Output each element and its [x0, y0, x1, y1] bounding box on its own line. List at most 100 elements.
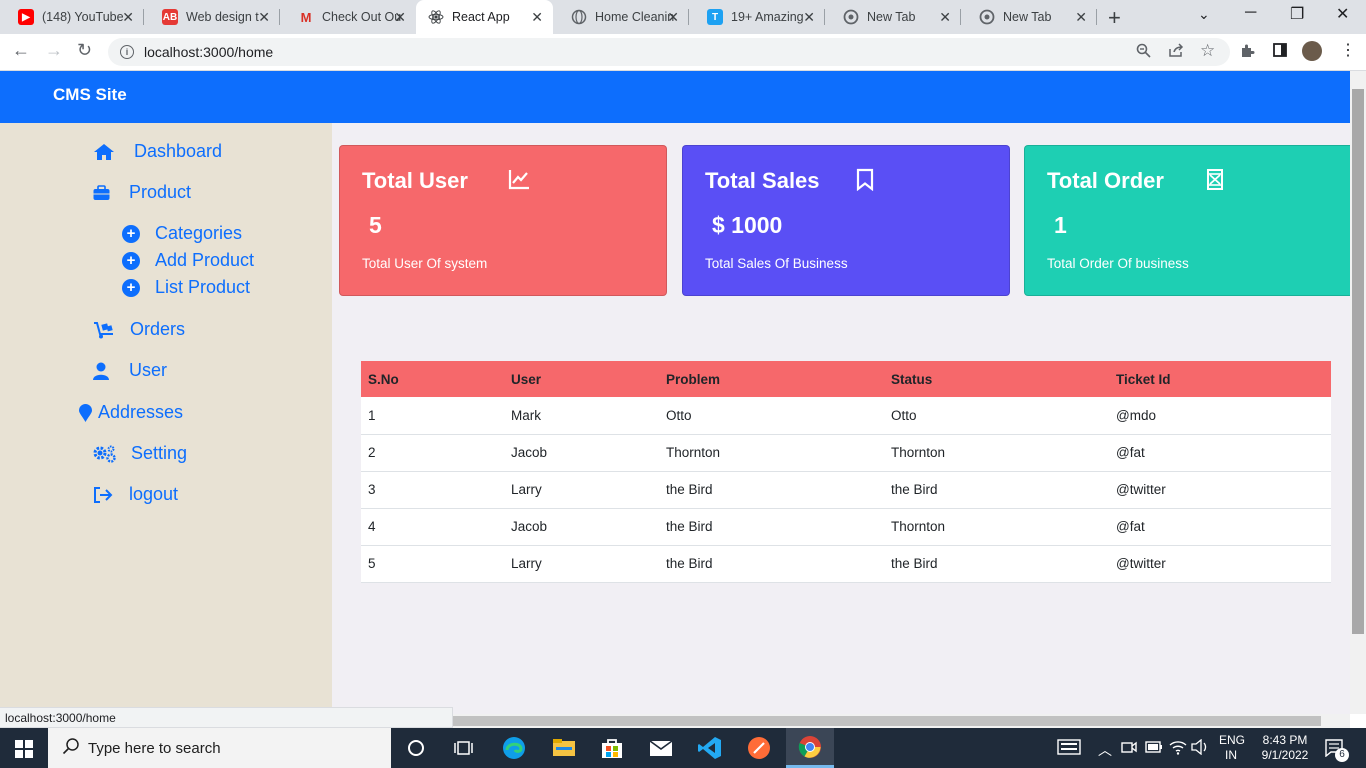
cell-sno: 3: [361, 471, 504, 509]
table-row: 4 Jacob the Bird Thornton @fat: [361, 508, 1331, 546]
cell-ticket-id: @mdo: [1109, 397, 1331, 435]
profile-avatar[interactable]: [1302, 41, 1322, 61]
forward-arrow-icon[interactable]: →: [45, 40, 63, 61]
table-header-row: S.No User Problem Status Ticket Id: [361, 361, 1331, 397]
column-header-problem: Problem: [659, 361, 884, 397]
sidebar-item-orders[interactable]: Orders: [93, 319, 185, 340]
browser-tab[interactable]: AB Web design t ✕: [144, 0, 280, 34]
task-view-icon[interactable]: [451, 735, 477, 761]
clock[interactable]: 8:43 PM 9/1/2022: [1252, 733, 1318, 763]
cortana-icon[interactable]: [403, 735, 429, 761]
bookmark-star-icon[interactable]: ☆: [1200, 41, 1215, 61]
stat-card-total-user: Total User 5 Total User Of system: [339, 145, 667, 296]
share-icon[interactable]: [1168, 43, 1184, 62]
sidebar-item-setting[interactable]: Setting: [93, 443, 187, 464]
close-icon[interactable]: ✕: [1075, 9, 1087, 26]
card-value: $ 1000: [712, 212, 783, 238]
plus-circle-icon: +: [122, 251, 140, 270]
zoom-icon[interactable]: [1136, 43, 1151, 62]
browser-tab[interactable]: ▶ (148) YouTube ✕: [0, 0, 144, 34]
chrome-taskbar-icon[interactable]: [786, 728, 834, 768]
cell-user: Mark: [504, 397, 659, 435]
region-code: IN: [1225, 748, 1237, 762]
vertical-scrollbar[interactable]: [1350, 71, 1366, 714]
cell-user: Larry: [504, 545, 659, 583]
site-info-icon[interactable]: i: [120, 45, 134, 59]
logout-icon: [93, 486, 113, 504]
volume-icon[interactable]: [1191, 738, 1209, 758]
horizontal-scrollbar-thumb[interactable]: [453, 716, 1321, 726]
window-close-icon[interactable]: ✕: [1336, 4, 1349, 24]
close-icon[interactable]: ✕: [258, 9, 270, 26]
taskbar-search-box[interactable]: Type here to search: [48, 728, 391, 768]
cell-sno: 1: [361, 397, 504, 435]
store-icon[interactable]: [599, 735, 625, 761]
sidebar-item-add-product[interactable]: + Add Product: [122, 250, 254, 271]
sidebar-item-list-product[interactable]: + List Product: [122, 277, 250, 298]
close-icon[interactable]: ✕: [939, 9, 951, 26]
card-title: Total Sales: [705, 168, 820, 193]
gears-icon: [93, 445, 117, 463]
tab-search-chevron-icon[interactable]: ⌄: [1198, 6, 1210, 23]
battery-icon[interactable]: [1145, 741, 1163, 756]
sidebar-item-product[interactable]: Product: [93, 182, 191, 203]
tab-title: (148) YouTube: [42, 10, 124, 24]
windows-start-icon[interactable]: [15, 740, 33, 763]
meet-now-icon[interactable]: [1121, 740, 1137, 757]
react-icon: [428, 9, 444, 25]
wifi-icon[interactable]: [1169, 739, 1187, 758]
sidebar-item-addresses[interactable]: Addresses: [79, 402, 183, 423]
tickets-table: S.No User Problem Status Ticket Id 1 Mar…: [361, 361, 1331, 583]
language-indicator[interactable]: ENG IN: [1219, 733, 1245, 763]
browser-tab[interactable]: New Tab ✕: [825, 0, 961, 34]
close-icon[interactable]: ✕: [667, 9, 679, 26]
map-pin-icon: [79, 403, 92, 422]
sidebar-item-categories[interactable]: + Categories: [122, 223, 242, 244]
table-row: 2 Jacob Thornton Thornton @fat: [361, 434, 1331, 472]
vscode-icon[interactable]: [697, 735, 723, 761]
sidebar-item-logout[interactable]: logout: [93, 484, 178, 505]
tab-title: React App: [452, 10, 510, 24]
reload-icon[interactable]: ↻: [77, 40, 92, 61]
browser-toolbar: ← → ↻ i localhost:3000/home ☆ ⋮: [0, 34, 1366, 71]
card-subtitle: Total Sales Of Business: [705, 256, 848, 271]
card-value: 5: [369, 212, 382, 238]
edge-icon[interactable]: [501, 735, 527, 761]
browser-tab[interactable]: Home Cleanin ✕: [553, 0, 689, 34]
mail-icon[interactable]: [648, 735, 674, 761]
file-explorer-icon[interactable]: [551, 735, 577, 761]
sidebar-item-user[interactable]: User: [93, 360, 167, 381]
minimize-icon[interactable]: ─: [1245, 4, 1256, 22]
cell-ticket-id: @fat: [1109, 434, 1331, 472]
browser-tab[interactable]: M Check Out Ou ✕: [280, 0, 416, 34]
menu-dots-icon[interactable]: ⋮: [1340, 40, 1356, 60]
browser-tab[interactable]: New Tab ✕: [961, 0, 1097, 34]
address-bar[interactable]: i localhost:3000/home: [108, 38, 1230, 66]
tray-chevron-up-icon[interactable]: ︿: [1098, 740, 1112, 760]
postman-icon[interactable]: [746, 735, 772, 761]
action-keyboard-icon[interactable]: [1057, 739, 1081, 758]
side-panel-icon[interactable]: [1273, 43, 1287, 61]
close-icon[interactable]: ✕: [122, 9, 134, 26]
brand-title[interactable]: CMS Site: [53, 85, 127, 105]
new-tab-plus-icon[interactable]: +: [1108, 5, 1121, 31]
back-arrow-icon[interactable]: ←: [12, 40, 30, 61]
extensions-icon[interactable]: [1240, 43, 1255, 62]
close-icon[interactable]: ✕: [803, 9, 815, 26]
cell-sno: 5: [361, 545, 504, 583]
browser-tab[interactable]: T 19+ Amazing ✕: [689, 0, 825, 34]
close-icon[interactable]: ✕: [394, 9, 406, 26]
status-url-bubble: localhost:3000/home: [0, 707, 453, 728]
close-icon[interactable]: ✕: [531, 9, 543, 26]
browser-tab-active[interactable]: React App ✕: [416, 0, 553, 34]
sidebar-item-label: Product: [129, 182, 192, 202]
url-text: localhost:3000/home: [144, 44, 274, 60]
sidebar-item-label: Addresses: [98, 402, 184, 422]
vertical-scrollbar-thumb[interactable]: [1352, 89, 1364, 634]
cell-problem: the Bird: [659, 545, 884, 583]
column-header-user: User: [504, 361, 659, 397]
sidebar-item-label: Setting: [131, 443, 188, 463]
sidebar-item-dashboard[interactable]: Dashboard: [93, 141, 222, 162]
restore-icon[interactable]: ❐: [1290, 4, 1304, 24]
card-title: Total Order: [1047, 168, 1164, 193]
